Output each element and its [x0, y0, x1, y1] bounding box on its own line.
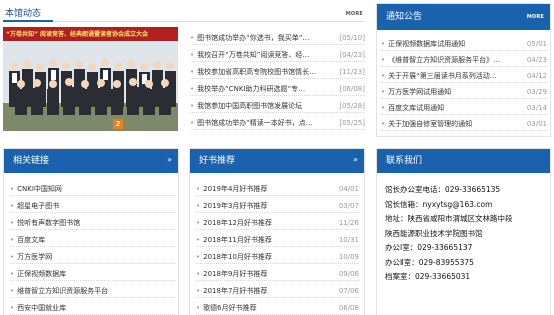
list-item[interactable]: • 我校举办“CNKI助力科研选题”专… [06/08] [190, 83, 365, 96]
contact-section: 联系我们 馆长办公室电话：029-33665135 馆长信箱：nyxytsg@1… [376, 148, 551, 315]
list-item[interactable]: • 正保视频数据库试用通知 05/01 [381, 38, 547, 51]
list-item[interactable]: • 我校召开“万卷共知”阅读竞答、经… [04/23] [190, 49, 365, 62]
list-item[interactable]: • 西安中国就业库 [10, 302, 175, 315]
list-item[interactable]: • 维普智立方知识资源服务平台 [10, 285, 175, 298]
news-list: • 图书馆成功举办“你选书，我买单”… [05/10] • 我校召开“万卷共知”阅读竞… [190, 32, 365, 132]
list-item[interactable]: • 百度文库试用通知 03/14 [381, 102, 547, 115]
contact-line: 馆长办公室电话：029-33665135 [385, 185, 501, 194]
list-item[interactable]: • 关于加强自修室管理的通知 03/01 [381, 118, 547, 131]
news-tab[interactable]: 本馆动态 [5, 6, 41, 19]
notice-header: 通知公告 MORE [377, 4, 550, 30]
list-item[interactable]: • 《维普智立方知识资源服务平台》… 04/23 [381, 54, 547, 67]
books-title: 好书推荐 [199, 156, 236, 166]
list-item[interactable]: • 悦听有声数字图书馆 [10, 217, 175, 230]
list-item[interactable]: • 图书馆成功举办“精读一本好书，点… [05/25] [190, 117, 365, 130]
contact-line: 办公Ⅰ室：029-33665137 [385, 243, 473, 252]
list-item[interactable]: • 2018年12月好书推荐 11/26 [196, 217, 359, 230]
list-item[interactable]: • 百度文库 [10, 234, 175, 247]
contact-line: 档案室：029-33665031 [385, 272, 471, 281]
double-chevron-icon[interactable]: » [167, 155, 172, 165]
list-item[interactable]: • 2018年10月好书推荐 10/09 [196, 251, 359, 264]
contact-line: 办公Ⅱ室：029-83955375 [385, 257, 474, 267]
slide-indicator[interactable]: 2 [113, 119, 123, 129]
list-item[interactable]: • 图书馆成功举办“你选书，我买单”… [05/10] [190, 32, 365, 45]
news-section: 本馆动态 MORE “万卷共知” 阅读竞答、经典朗诵暨读者协会成立大会 2 • … [3, 3, 365, 133]
list-item[interactable]: • 2019年4月好书推荐 04/01 [196, 183, 359, 196]
contact-header: 联系我们 [377, 149, 550, 173]
contact-title: 联系我们 [386, 156, 423, 166]
news-banner-image[interactable]: “万卷共知” 阅读竞答、经典朗诵暨读者协会成立大会 2 [3, 27, 178, 131]
links-list: • CNKI中国知网 • 超星电子图书 • 悦听有声数字图书馆 • 百度文库 • 万方医学… [10, 183, 175, 315]
links-header: 相关链接 » [4, 149, 178, 173]
double-chevron-icon[interactable]: » [353, 155, 358, 165]
news-more-link[interactable]: MORE [346, 11, 363, 17]
list-item[interactable]: • 2018年11月好书推荐 10/31 [196, 234, 359, 247]
notice-title: 通知公告 [386, 12, 423, 22]
contact-line: 地址：陕西省咸阳市渭城区文林路中段 [385, 214, 513, 223]
list-item[interactable]: • 万方医学网试用通知 03/29 [381, 86, 547, 99]
news-tab-underline [3, 20, 53, 22]
links-section: 相关链接 » • CNKI中国知网 • 超星电子图书 • 悦听有声数字图书馆 • 百度文… [3, 148, 179, 315]
contact-line[interactable]: 馆长信箱：nyxytsg@163.com [385, 198, 549, 213]
books-section: 好书推荐 » • 2019年4月好书推荐 04/01 • 2019年3月好书推荐 03/… [189, 148, 365, 315]
news-header-rule [3, 21, 365, 22]
notice-list: • 正保视频数据库试用通知 05/01 • 《维普智立方知识资源服务平台》… 04/23… [381, 38, 547, 136]
books-header: 好书推荐 » [190, 149, 364, 173]
list-item[interactable]: • 2019年3月好书推荐 03/07 [196, 200, 359, 213]
notice-more-link[interactable]: MORE [527, 14, 544, 20]
list-item[interactable]: • 超星电子图书 [10, 200, 175, 213]
list-item[interactable]: • 我馆参加中国高职图书馆发展论坛 [05/28] [190, 100, 365, 113]
list-item[interactable]: • 万方医学网 [10, 251, 175, 264]
list-item[interactable]: • 2018年7月好书推荐 07/06 [196, 285, 359, 298]
list-item[interactable]: • 歌德6月好书推荐 06/08 [196, 302, 359, 315]
list-item[interactable]: • 2018年9月好书推荐 09/06 [196, 268, 359, 281]
list-item[interactable]: • 关于开展“第三届读书月系列活动… 04/12 [381, 70, 547, 83]
notice-section: 通知公告 MORE • 正保视频数据库试用通知 05/01 • 《维普智立方知识资源服… [376, 3, 551, 137]
links-title: 相关链接 [13, 156, 50, 166]
contact-info: 馆长办公室电话：029-33665135 馆长信箱：nyxytsg@163.co… [385, 183, 549, 285]
list-item[interactable]: • CNKI中国知网 [10, 183, 175, 196]
group-photo [3, 41, 178, 131]
list-item[interactable]: • 我校参加省高职高专院校图书馆情长… [11/23] [190, 66, 365, 79]
banner-caption: “万卷共知” 阅读竞答、经典朗诵暨读者协会成立大会 [6, 31, 148, 38]
list-item[interactable]: • 正保视频数据库 [10, 268, 175, 281]
contact-line: 陕西能源职业技术学院图书馆 [385, 228, 483, 238]
books-list: • 2019年4月好书推荐 04/01 • 2019年3月好书推荐 03/07 • 201… [196, 183, 359, 315]
